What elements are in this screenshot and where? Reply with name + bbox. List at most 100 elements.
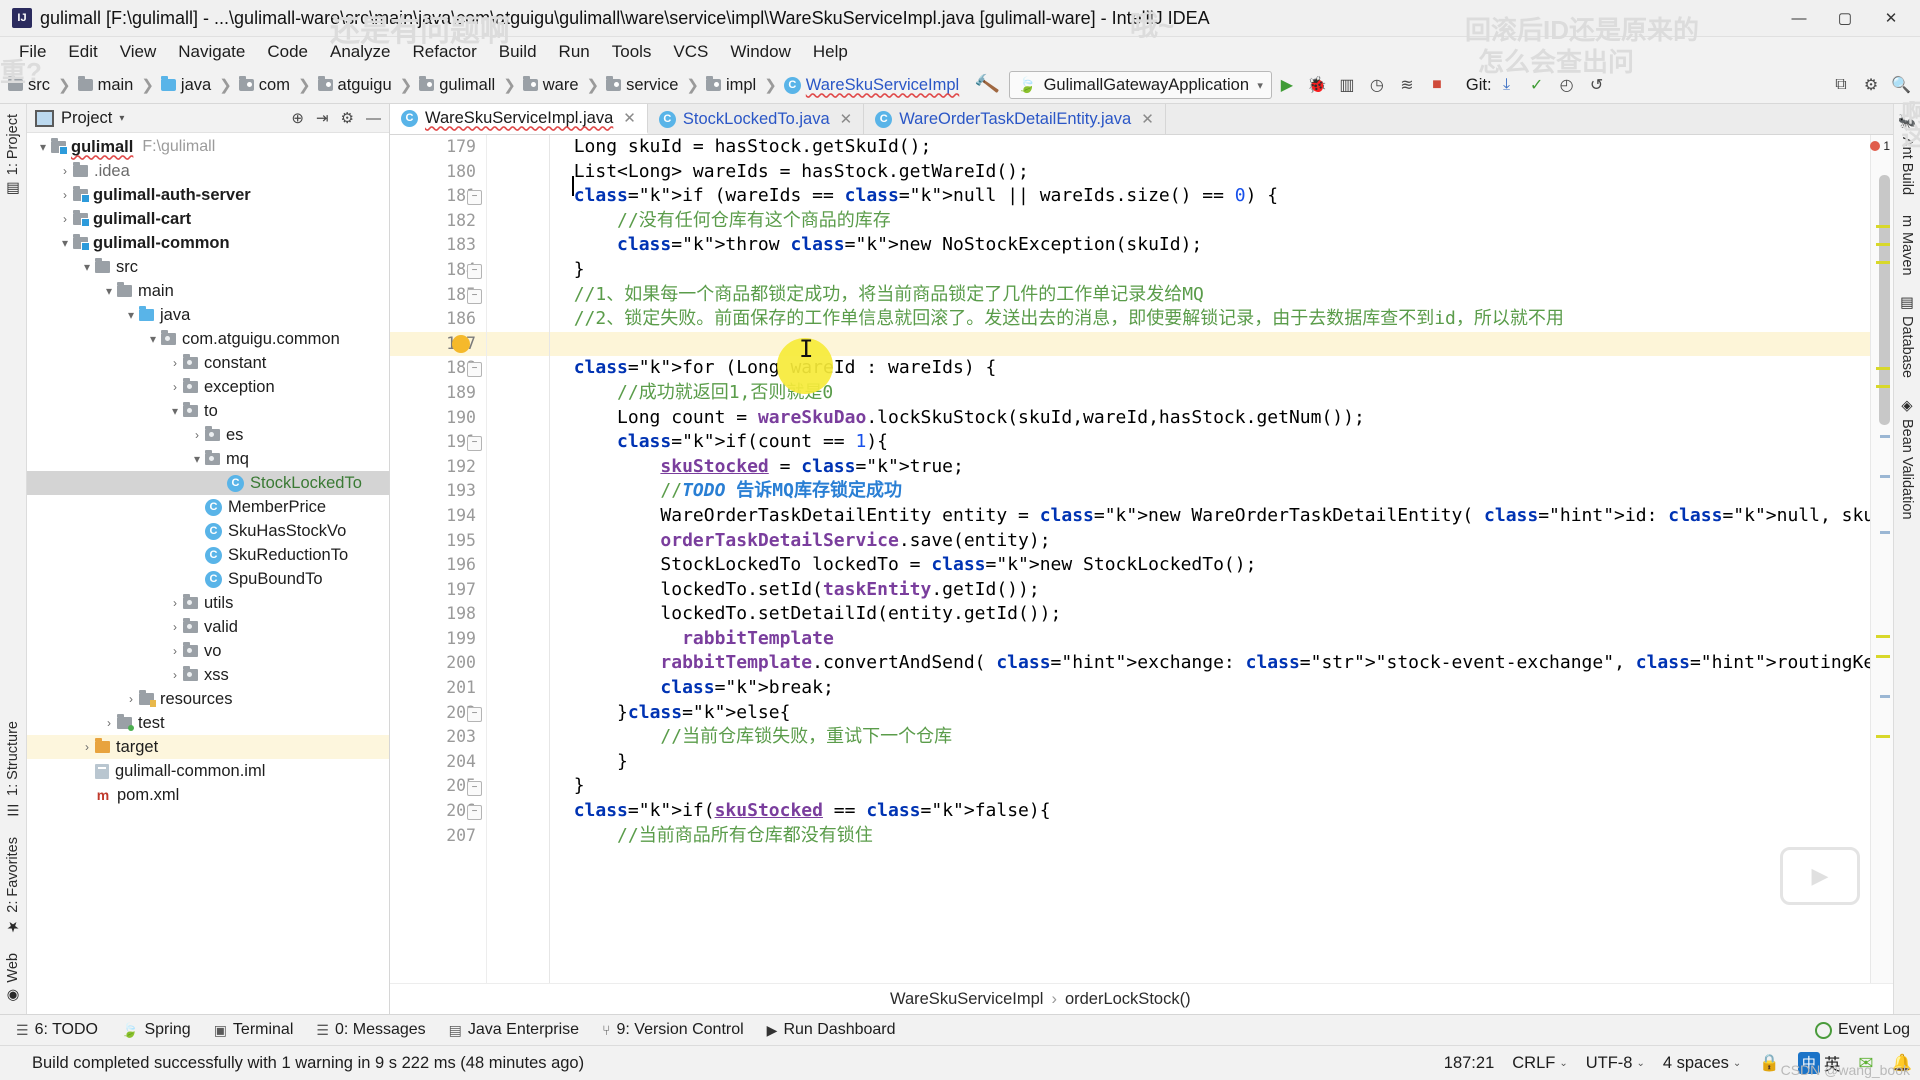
code-fold-marker[interactable]: − bbox=[467, 362, 482, 378]
hide-icon[interactable]: — bbox=[366, 110, 381, 127]
tree-item-src[interactable]: ▾ src bbox=[27, 255, 389, 279]
breadcrumb-com[interactable]: com ❯ bbox=[237, 76, 316, 95]
rollback-icon[interactable]: ↺ bbox=[1582, 72, 1612, 98]
tree-expand-arrow[interactable]: › bbox=[167, 356, 183, 370]
line-number[interactable]: 203 bbox=[390, 725, 486, 750]
line-number[interactable]: 204 bbox=[390, 750, 486, 775]
breadcrumb-service[interactable]: service ❯ bbox=[604, 76, 704, 95]
code-text-area[interactable]: Long skuId = hasStock.getSkuId(); List<L… bbox=[486, 135, 1870, 983]
line-number[interactable]: 187 bbox=[390, 331, 486, 357]
breadcrumb-method-name[interactable]: orderLockStock() bbox=[1065, 990, 1191, 1009]
build-hammer-icon[interactable]: 🔨 bbox=[973, 71, 1001, 99]
tab-waresku-service-impl[interactable]: C WareSkuServiceImpl.java ✕ bbox=[390, 104, 648, 134]
line-number[interactable]: 199 bbox=[390, 627, 486, 652]
tree-item-pom-xml[interactable]: ›mpom.xml bbox=[27, 783, 389, 807]
history-icon[interactable]: ◴ bbox=[1552, 72, 1582, 98]
tool-window-database[interactable]: ▤ Database bbox=[1899, 285, 1915, 388]
tree-item-spuboundto[interactable]: ›CSpuBoundTo bbox=[27, 567, 389, 591]
tool-window-favorites[interactable]: ★ 2: Favorites bbox=[5, 827, 21, 944]
menu-analyze[interactable]: Analyze bbox=[319, 39, 401, 65]
tree-item-resources[interactable]: › resources bbox=[27, 687, 389, 711]
line-number[interactable]: 196 bbox=[390, 553, 486, 578]
code-fold-marker[interactable]: − bbox=[467, 805, 482, 821]
menu-refactor[interactable]: Refactor bbox=[401, 39, 487, 65]
breadcrumb-java[interactable]: java ❯ bbox=[159, 76, 237, 95]
close-button[interactable]: ✕ bbox=[1868, 1, 1914, 35]
tree-expand-arrow[interactable]: ▾ bbox=[189, 452, 205, 466]
tool-window-structure[interactable]: ☰ 1: Structure bbox=[5, 711, 21, 827]
tree-expand-arrow[interactable]: › bbox=[57, 164, 73, 178]
encoding-selector[interactable]: UTF-8 ⌄ bbox=[1586, 1054, 1645, 1073]
tree-expand-arrow[interactable]: ▾ bbox=[79, 260, 95, 274]
close-icon[interactable]: ✕ bbox=[1141, 110, 1154, 128]
tree-item-valid[interactable]: › valid bbox=[27, 615, 389, 639]
stripe-mark[interactable] bbox=[1876, 261, 1890, 264]
code-fold-marker[interactable]: − bbox=[467, 780, 482, 796]
tool-window-run-dashboard[interactable]: ▶ Run Dashboard bbox=[757, 1019, 906, 1041]
tool-window-maven[interactable]: m Maven bbox=[1899, 205, 1915, 286]
tree-item-skuhasstockvo[interactable]: ›CSkuHasStockVo bbox=[27, 519, 389, 543]
tree-expand-arrow[interactable]: › bbox=[167, 596, 183, 610]
close-icon[interactable]: ✕ bbox=[623, 109, 636, 127]
minimize-button[interactable]: — bbox=[1776, 1, 1822, 35]
line-number[interactable]: 207 bbox=[390, 824, 486, 849]
breadcrumb-ware[interactable]: ware ❯ bbox=[521, 76, 604, 95]
line-number[interactable]: 192 bbox=[390, 455, 486, 480]
tree-item-target[interactable]: › target bbox=[27, 735, 389, 759]
collapse-all-icon[interactable]: ⇥ bbox=[316, 109, 329, 127]
line-number[interactable]: 189 bbox=[390, 381, 486, 406]
tree-expand-arrow[interactable]: › bbox=[167, 620, 183, 634]
tree-item-test[interactable]: › test bbox=[27, 711, 389, 735]
menu-run[interactable]: Run bbox=[548, 39, 601, 65]
run-with-coverage-icon[interactable]: ▥ bbox=[1332, 72, 1362, 98]
stripe-mark[interactable] bbox=[1880, 695, 1890, 698]
settings-icon[interactable]: ⚙ bbox=[1856, 72, 1886, 98]
tree-item-gulimall-auth-server[interactable]: › gulimall-auth-server bbox=[27, 183, 389, 207]
menu-help[interactable]: Help bbox=[802, 39, 859, 65]
error-stripe[interactable]: 1 bbox=[1870, 135, 1893, 983]
debug-icon[interactable]: 🐞 bbox=[1302, 72, 1332, 98]
event-log-button[interactable]: Event Log bbox=[1805, 1019, 1920, 1041]
line-number[interactable]: 186 bbox=[390, 307, 486, 332]
tool-window-spring[interactable]: 🍃 Spring bbox=[111, 1019, 201, 1041]
line-number[interactable]: 195 bbox=[390, 529, 486, 554]
maximize-button[interactable]: ▢ bbox=[1822, 1, 1868, 35]
stripe-mark[interactable] bbox=[1880, 475, 1890, 478]
tree-expand-arrow[interactable]: › bbox=[123, 692, 139, 706]
stripe-mark[interactable] bbox=[1876, 635, 1890, 638]
menu-navigate[interactable]: Navigate bbox=[167, 39, 256, 65]
stop-icon[interactable]: ■ bbox=[1422, 72, 1452, 98]
tab-ware-order-task-detail-entity[interactable]: C WareOrderTaskDetailEntity.java ✕ bbox=[864, 104, 1166, 134]
tree-item-exception[interactable]: › exception bbox=[27, 375, 389, 399]
tree-expand-arrow[interactable]: ▾ bbox=[101, 284, 117, 298]
tree-item-skureductionto[interactable]: ›CSkuReductionTo bbox=[27, 543, 389, 567]
tree-item-gulimall-common[interactable]: ▾ gulimall-common bbox=[27, 231, 389, 255]
line-number[interactable]: 194 bbox=[390, 504, 486, 529]
menu-build[interactable]: Build bbox=[488, 39, 548, 65]
tree-item-es[interactable]: › es bbox=[27, 423, 389, 447]
breadcrumb-src[interactable]: src ❯ bbox=[6, 76, 76, 95]
code-fold-marker[interactable]: − bbox=[467, 288, 482, 304]
tree-expand-arrow[interactable]: › bbox=[79, 740, 95, 754]
code-fold-marker[interactable]: − bbox=[467, 190, 482, 206]
tree-item-utils[interactable]: › utils bbox=[27, 591, 389, 615]
tree-item-mq[interactable]: ▾ mq bbox=[27, 447, 389, 471]
menu-tools[interactable]: Tools bbox=[601, 39, 663, 65]
line-number[interactable]: 179 bbox=[390, 135, 486, 160]
tree-item-main[interactable]: ▾ main bbox=[27, 279, 389, 303]
line-number[interactable]: 201 bbox=[390, 676, 486, 701]
tool-window-version-control[interactable]: ⑂ 9: Version Control bbox=[592, 1019, 754, 1041]
code-fold-marker[interactable]: − bbox=[467, 706, 482, 722]
menu-edit[interactable]: Edit bbox=[57, 39, 108, 65]
line-number[interactable]: 198 bbox=[390, 602, 486, 627]
tool-window-messages[interactable]: ☰ 0: Messages bbox=[306, 1019, 435, 1041]
line-number-gutter[interactable]: 1791801811821831841851861871881891901911… bbox=[390, 135, 486, 983]
tree-expand-arrow[interactable]: › bbox=[57, 188, 73, 202]
tree-item-to[interactable]: ▾ to bbox=[27, 399, 389, 423]
caret-position[interactable]: 187:21 bbox=[1444, 1054, 1494, 1073]
menu-file[interactable]: File bbox=[8, 39, 57, 65]
tree-expand-arrow[interactable]: ▾ bbox=[57, 236, 73, 250]
breadcrumb-main[interactable]: main ❯ bbox=[76, 76, 159, 95]
search-everywhere-icon[interactable]: ⧉ bbox=[1826, 72, 1856, 98]
stripe-mark[interactable] bbox=[1876, 367, 1890, 370]
